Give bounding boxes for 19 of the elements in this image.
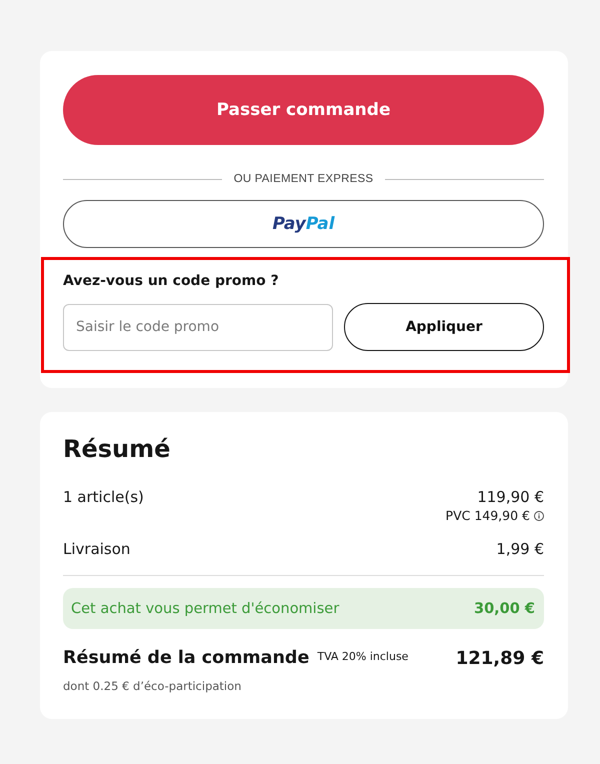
line-amount: 119,90 € xyxy=(477,487,544,508)
retail-price-note: PVC 149,90 € xyxy=(446,508,530,524)
tax-note: TVA 20% incluse xyxy=(317,650,408,662)
savings-label: Cet achat vous permet d'économiser xyxy=(71,600,340,616)
apply-button[interactable]: Appliquer xyxy=(344,303,544,351)
savings-amount: 30,00 € xyxy=(474,600,535,616)
line-amount: 1,99 € xyxy=(496,539,544,560)
order-button[interactable]: Passer commande xyxy=(63,75,544,145)
total-label: Résumé de la commande xyxy=(63,648,310,668)
summary-title: Résumé xyxy=(63,434,172,464)
info-icon[interactable] xyxy=(534,511,544,521)
paypal-button[interactable]: PayPal xyxy=(63,200,544,248)
line-label: Livraison xyxy=(63,539,130,560)
promo-code-field[interactable]: Saisir le code promo xyxy=(63,304,333,350)
promo-title: Avez-vous un code promo ? xyxy=(63,272,280,291)
line-label: 1 article(s) xyxy=(63,487,144,508)
total-amount: 121,89 € xyxy=(456,648,544,668)
eco-participation-note: dont 0.25 € d’éco-participation xyxy=(63,679,242,693)
divider-label: OU PAIEMENT EXPRESS xyxy=(234,173,374,185)
